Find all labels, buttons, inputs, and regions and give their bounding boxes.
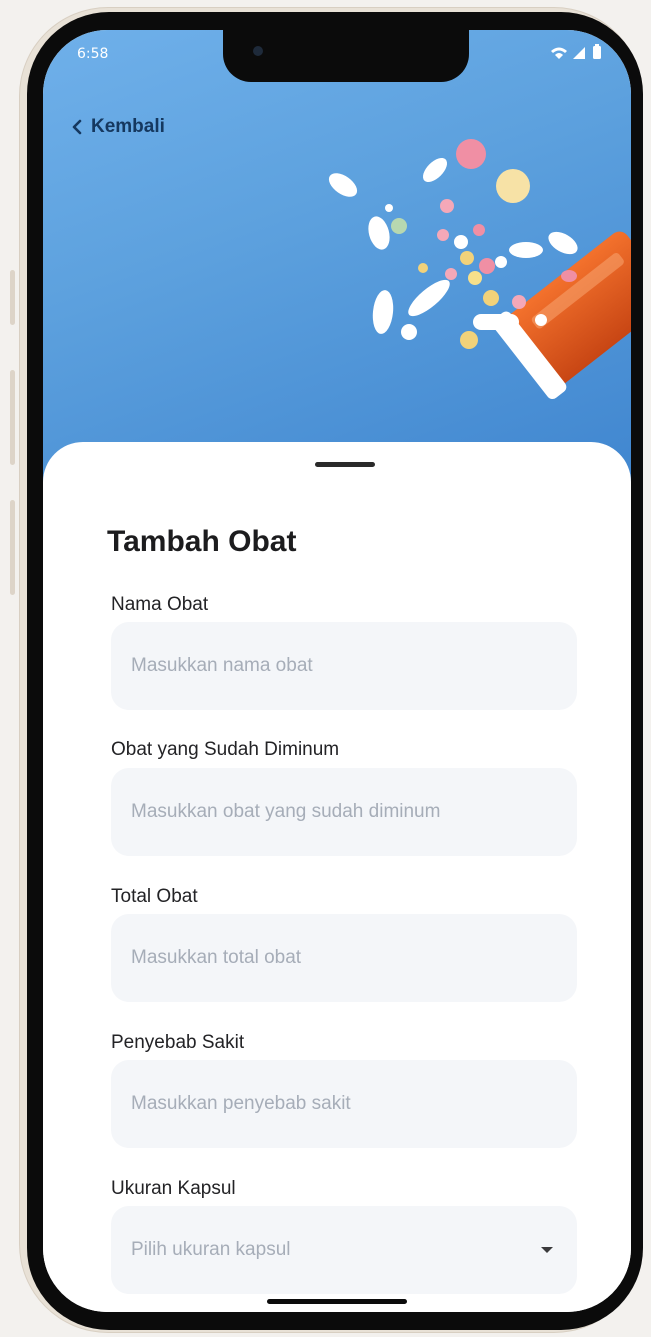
cellular-signal-icon (573, 47, 585, 59)
medicine-taken-input[interactable] (111, 768, 577, 856)
form-sheet: Tambah Obat Nama Obat Obat yang Sudah Di… (43, 442, 631, 1312)
illness-cause-label: Penyebab Sakit (111, 1032, 245, 1053)
medicine-name-input[interactable] (111, 622, 577, 710)
total-medicine-label: Total Obat (111, 886, 198, 907)
wifi-icon (551, 47, 567, 59)
phone-side-button (10, 370, 15, 465)
phone-notch (223, 30, 469, 82)
page-title: Tambah Obat (107, 525, 297, 558)
back-button[interactable]: Kembali (71, 116, 165, 138)
back-label: Kembali (91, 116, 165, 137)
phone-side-button (10, 500, 15, 595)
app-screen: 6:58 Kembali Tambah Obat Nama Obat Obat … (43, 30, 631, 1312)
hero-image (43, 30, 631, 500)
phone-side-button (10, 270, 15, 325)
drag-handle[interactable] (315, 462, 375, 467)
medicine-taken-label: Obat yang Sudah Diminum (111, 739, 340, 760)
capsule-size-placeholder: Pilih ukuran kapsul (131, 1239, 291, 1260)
medicine-name-label: Nama Obat (111, 594, 209, 615)
status-time: 6:58 (77, 46, 109, 62)
status-icons (551, 44, 601, 59)
capsule-size-select[interactable]: Pilih ukuran kapsul (111, 1206, 577, 1294)
home-indicator (267, 1299, 407, 1304)
illness-cause-input[interactable] (111, 1060, 577, 1148)
battery-icon (593, 44, 601, 59)
capsule-size-label: Ukuran Kapsul (111, 1178, 236, 1199)
camera-dot (253, 46, 263, 56)
chevron-left-icon (72, 119, 82, 135)
pills-illustration (328, 139, 631, 400)
caret-down-icon (541, 1247, 553, 1253)
total-medicine-input[interactable] (111, 914, 577, 1002)
